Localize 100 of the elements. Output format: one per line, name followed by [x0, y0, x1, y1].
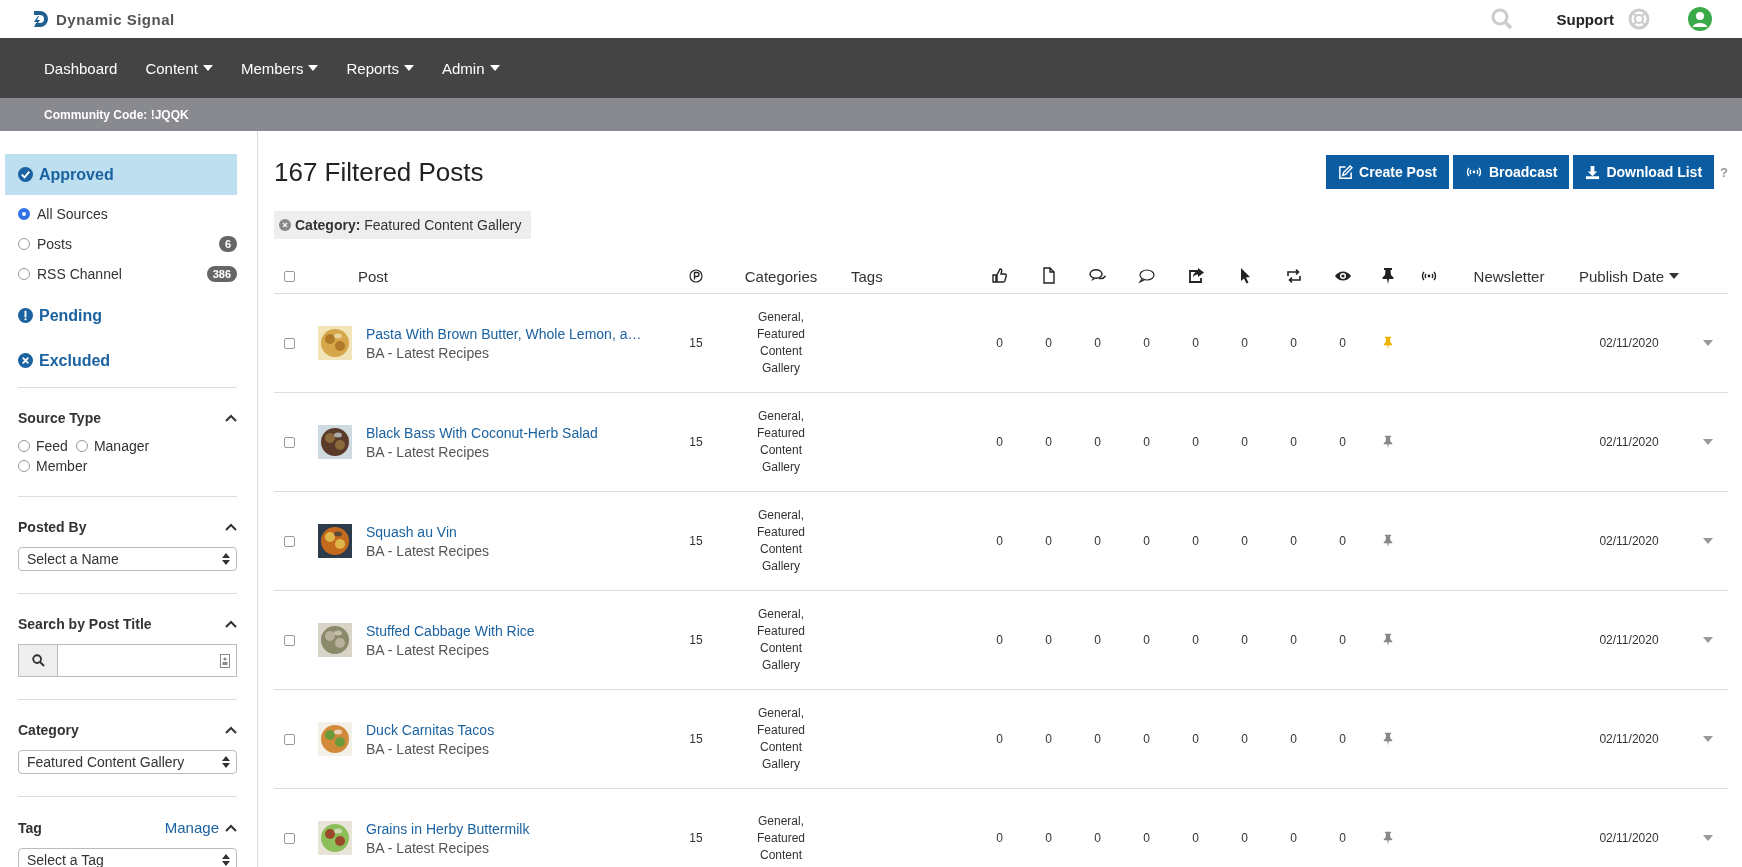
- categories-text: General, Featured Content Gallery: [756, 507, 806, 575]
- support-link[interactable]: Support: [1556, 10, 1614, 28]
- row-checkbox[interactable]: [284, 535, 295, 547]
- column-header[interactable]: Publish Date: [1578, 267, 1680, 285]
- row-checkbox[interactable]: [284, 337, 295, 349]
- row-checkbox[interactable]: [284, 634, 295, 646]
- metric-value: 0: [1143, 633, 1150, 647]
- post-source: BA - Latest Recipes: [366, 740, 490, 757]
- thumbs-up-icon: [990, 267, 1009, 285]
- metric-value: 0: [1339, 336, 1346, 350]
- contact-card-icon: [220, 653, 230, 668]
- chevron-up-icon[interactable]: [225, 523, 237, 531]
- search-field[interactable]: [18, 644, 237, 677]
- metric-value: 0: [1045, 534, 1052, 548]
- comment-icon: [1137, 267, 1156, 285]
- chevron-up-icon[interactable]: [225, 726, 237, 734]
- column-header: Post: [358, 267, 388, 285]
- categories-text: General, Featured Content: [756, 812, 806, 864]
- categories-text: General, Featured Content Gallery: [756, 309, 806, 377]
- chevron-up-icon[interactable]: [225, 414, 237, 422]
- broadcast-icon: [1464, 166, 1483, 178]
- section-title: Category: [18, 722, 79, 738]
- publish-date: 02/11/2020: [1599, 831, 1659, 845]
- metric-value: 0: [1290, 831, 1297, 845]
- select-dropdown[interactable]: Select a Tag: [18, 848, 237, 867]
- row-menu-caret-icon: [1703, 637, 1713, 643]
- radio-button[interactable]: [18, 460, 30, 472]
- select-arrows-icon: [222, 756, 230, 768]
- metric-value: 0: [996, 732, 1003, 746]
- radio-button[interactable]: [75, 440, 88, 452]
- metric-value: 0: [1192, 732, 1199, 746]
- action-button[interactable]: Create Post: [1326, 155, 1449, 189]
- metric-value: 0: [1339, 831, 1346, 845]
- radio-label: Posts: [37, 236, 72, 252]
- lifebuoy-icon[interactable]: [1628, 8, 1650, 30]
- post-title-link[interactable]: Stuffed Cabbage With Rice: [366, 622, 670, 639]
- nav-item[interactable]: Dashboard: [44, 59, 118, 77]
- post-source: BA - Latest Recipes: [366, 344, 490, 361]
- publish-date: 02/11/2020: [1599, 336, 1659, 350]
- metric-value: 0: [1094, 732, 1101, 746]
- chevron-up-icon[interactable]: [225, 620, 237, 628]
- metric-value: 0: [1192, 831, 1199, 845]
- nav-item[interactable]: Reports: [346, 59, 414, 77]
- radio-button[interactable]: [18, 440, 30, 452]
- metric-value: 0: [1094, 534, 1101, 548]
- search-icon[interactable]: [31, 654, 45, 667]
- select-arrows-icon: [222, 854, 230, 866]
- select-dropdown[interactable]: Select a Name: [18, 547, 237, 571]
- row-checkbox[interactable]: [284, 436, 295, 448]
- chevron-up-icon[interactable]: [225, 823, 237, 832]
- post-title-link[interactable]: Pasta With Brown Butter, Whole Lemon, a…: [366, 325, 670, 342]
- user-avatar-icon[interactable]: [1688, 7, 1712, 31]
- metric-value: 0: [1241, 633, 1248, 647]
- metric-value: 0: [996, 831, 1003, 845]
- post-title-link[interactable]: Squash au Vin: [366, 523, 670, 540]
- metric-value: 0: [996, 534, 1003, 548]
- radio-button[interactable]: [18, 238, 30, 250]
- post-title-link[interactable]: Grains in Herby Buttermilk: [366, 820, 670, 837]
- row-checkbox[interactable]: [284, 832, 295, 844]
- status-filter[interactable]: Excluded: [5, 340, 237, 381]
- publish-date: 02/11/2020: [1599, 534, 1659, 548]
- remove-icon[interactable]: [279, 219, 291, 231]
- metric-value: 0: [1192, 633, 1199, 647]
- section-title: Source Type: [18, 410, 101, 426]
- select-dropdown[interactable]: Featured Content Gallery: [18, 750, 237, 774]
- categories-text: General, Featured Content Gallery: [756, 606, 806, 674]
- column-header: Newsletter: [1473, 267, 1545, 285]
- radio-button[interactable]: [18, 208, 30, 220]
- metric-value: 0: [1241, 732, 1248, 746]
- manage-link[interactable]: Manage: [164, 819, 219, 836]
- categories-text: General, Featured Content Gallery: [756, 705, 806, 773]
- metric-value: 0: [1241, 831, 1248, 845]
- status-filter[interactable]: Approved: [5, 154, 237, 195]
- post-title-link[interactable]: Duck Carnitas Tacos: [366, 721, 670, 738]
- check-circle-icon: [18, 167, 33, 182]
- metric-value: 0: [1290, 534, 1297, 548]
- nav-item[interactable]: Admin: [442, 59, 500, 77]
- column-header: Categories: [744, 267, 818, 285]
- section-title: Tag: [18, 819, 42, 836]
- status-filter[interactable]: Pending: [5, 295, 237, 336]
- action-button[interactable]: Broadcast: [1452, 155, 1570, 189]
- sort-caret-icon: [1669, 273, 1680, 279]
- metric-value: 0: [996, 435, 1003, 449]
- metric-value: 0: [1143, 336, 1150, 350]
- row-checkbox[interactable]: [284, 733, 295, 745]
- radio-button[interactable]: [18, 268, 30, 280]
- download-icon: [1585, 164, 1601, 180]
- action-button[interactable]: Download List: [1573, 155, 1715, 189]
- nav-item[interactable]: Members: [240, 59, 319, 77]
- radio-label: Feed: [36, 438, 68, 454]
- post-source: BA - Latest Recipes: [366, 443, 490, 460]
- post-title-link[interactable]: Black Bass With Coconut-Herb Salad: [366, 424, 670, 441]
- radio-label: RSS Channel: [37, 266, 122, 282]
- publish-date: 02/11/2020: [1599, 633, 1659, 647]
- share-icon: [1186, 267, 1205, 285]
- nav-item[interactable]: Content: [145, 59, 213, 77]
- select-all-checkbox[interactable]: [284, 270, 295, 282]
- metric-value: 0: [1045, 435, 1052, 449]
- post-source: BA - Latest Recipes: [366, 641, 490, 658]
- post-source: BA - Latest Recipes: [366, 542, 490, 559]
